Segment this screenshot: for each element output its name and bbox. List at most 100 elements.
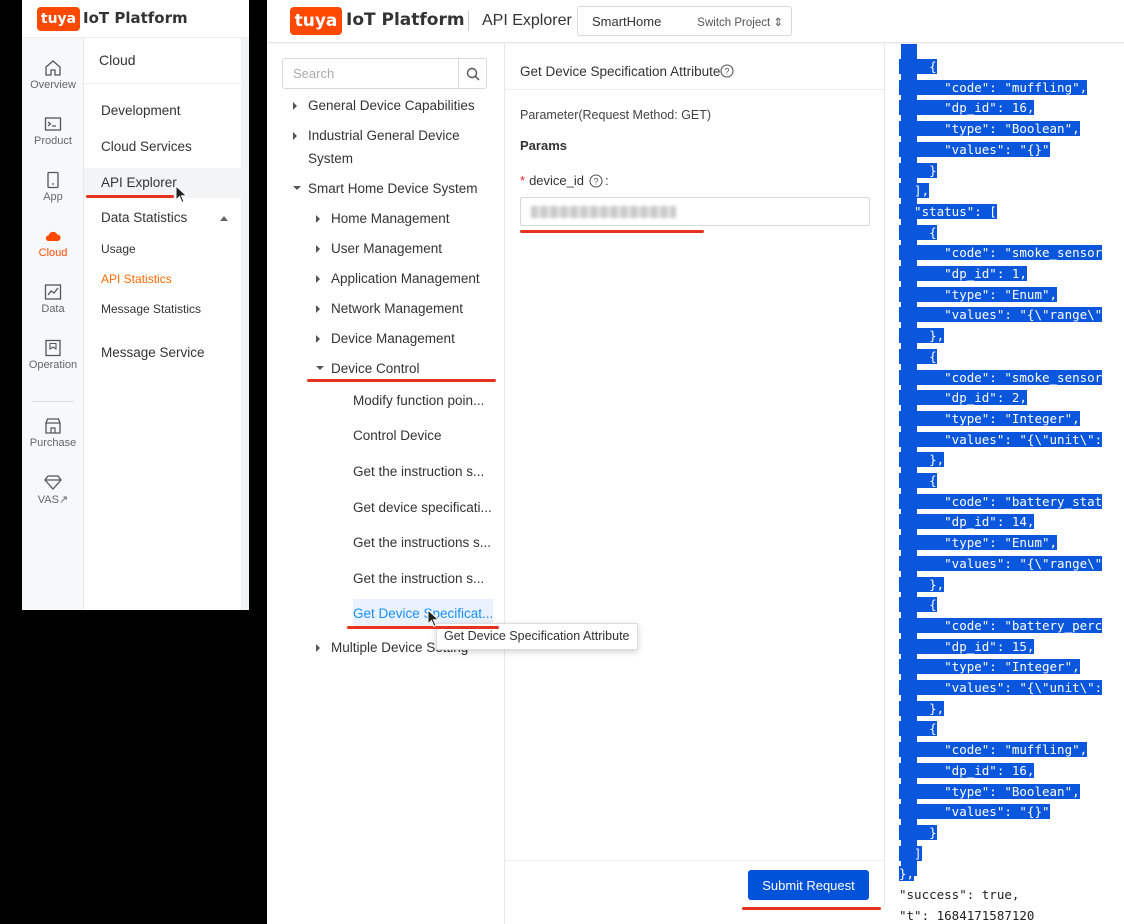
json-line: "status": [: [899, 203, 997, 219]
api-tree-panel: General Device Capabilities Industrial G…: [267, 44, 505, 924]
caret-right-icon: [293, 102, 297, 110]
json-line: "code": "battery_perc: [899, 617, 1103, 633]
api-explorer-window: tuya IoT Platform API Explorer SmartHome…: [267, 0, 1124, 924]
json-line: "values": "{\"range\": [899, 555, 1103, 571]
json-line: "dp_id": 15,: [899, 638, 1035, 654]
json-line: "type": "Boolean",: [899, 121, 1080, 137]
rail-operation-label: Operation: [28, 359, 78, 371]
svg-text:?: ?: [724, 67, 729, 77]
cloud-submenu: Cloud Development Cloud Services API Exp…: [84, 38, 249, 610]
rail-purchase[interactable]: Purchase: [22, 417, 84, 449]
help-icon[interactable]: ?: [589, 174, 603, 188]
submenu-api-statistics[interactable]: API Statistics: [84, 264, 244, 294]
rail-vas[interactable]: VAS↗: [22, 473, 84, 506]
rail-data[interactable]: Data: [22, 283, 84, 315]
json-line: "code": "smoke_sensor: [899, 369, 1103, 385]
tree-node-device-control[interactable]: Device Control: [316, 357, 420, 380]
rail-product-label: Product: [34, 135, 72, 147]
annotation-underline: [742, 907, 881, 910]
tuya-logo[interactable]: tuya: [37, 7, 80, 31]
rail-overview-label: Overview: [30, 79, 76, 91]
caret-right-icon: [316, 245, 320, 253]
tree-node-application-management[interactable]: Application Management: [316, 267, 480, 290]
json-line: {: [899, 224, 937, 240]
tree-node-industrial[interactable]: Industrial General Device System: [293, 124, 460, 170]
rail-product[interactable]: Product: [22, 115, 84, 147]
submenu-message-statistics[interactable]: Message Statistics: [84, 294, 244, 324]
json-line: "type": "Integer",: [899, 659, 1080, 675]
rail-app[interactable]: App: [22, 171, 84, 203]
topbar-divider: [468, 11, 469, 31]
json-line: "type": "Integer",: [899, 410, 1080, 426]
diamond-icon: [44, 475, 62, 490]
caret-right-icon: [316, 275, 320, 283]
submenu-usage[interactable]: Usage: [84, 234, 244, 264]
request-detail-panel: Get Device Specification Attribute ? Par…: [505, 44, 885, 906]
tree-node-general[interactable]: General Device Capabilities: [293, 94, 475, 117]
request-method: Parameter(Request Method: GET): [520, 108, 712, 122]
platform-name: IoT Platform: [83, 9, 188, 27]
submenu-divider: [84, 83, 244, 84]
project-name: SmartHome: [592, 14, 662, 29]
tree-leaf-get-instructions-set[interactable]: Get the instructions s...: [353, 528, 493, 558]
project-switcher[interactable]: SmartHome Switch Project ⇕: [577, 6, 792, 36]
rail-cloud[interactable]: Cloud: [22, 227, 84, 259]
tree-node-device-management[interactable]: Device Management: [316, 327, 455, 350]
tree-node-home-management[interactable]: Home Management: [316, 207, 450, 230]
tree-node-user-management[interactable]: User Management: [316, 237, 442, 260]
annotation-underline: [86, 195, 174, 198]
switch-project-label: Switch Project ⇕: [697, 17, 783, 29]
search-input[interactable]: [282, 58, 459, 89]
caret-right-icon: [316, 215, 320, 223]
tree-leaf-get-instruction-set-2[interactable]: Get the instruction s...: [353, 564, 493, 594]
mouse-cursor-icon: [427, 609, 440, 628]
rail-overview[interactable]: Overview: [22, 59, 84, 91]
platform-name: IoT Platform: [346, 10, 465, 30]
search-icon: [466, 67, 480, 81]
tree-leaf-get-device-specification[interactable]: Get device specificati...: [353, 493, 493, 523]
tree-leaf-modify-function-point[interactable]: Modify function poin...: [353, 386, 493, 416]
rail-app-label: App: [43, 191, 63, 203]
caret-right-icon: [293, 132, 297, 140]
json-line: "type": "Boolean",: [899, 783, 1080, 799]
json-line: ]: [899, 845, 922, 861]
tree-node-network-management[interactable]: Network Management: [316, 297, 463, 320]
rail-data-label: Data: [41, 303, 65, 315]
search-button[interactable]: [458, 58, 487, 89]
svg-text:?: ?: [593, 177, 598, 187]
json-line: "dp_id": 16,: [899, 100, 1035, 116]
submenu-message-service[interactable]: Message Service: [84, 338, 244, 368]
json-line: "type": "Enum",: [899, 286, 1058, 302]
caret-down-icon: [316, 366, 324, 370]
json-line: "values": "{}": [899, 141, 1050, 157]
external-link-icon: ↗: [58, 494, 69, 506]
api-title: Get Device Specification Attribute: [520, 64, 721, 79]
json-line: ],: [899, 183, 930, 199]
device-id-input[interactable]: [520, 197, 870, 226]
help-icon[interactable]: ?: [720, 64, 734, 78]
rail-operation[interactable]: Operation: [22, 339, 84, 371]
json-line: "code": "muffling",: [899, 79, 1088, 95]
submit-request-button[interactable]: Submit Request: [748, 870, 869, 900]
terminal-icon: [44, 117, 62, 131]
tree-leaf-get-instruction-set-1[interactable]: Get the instruction s...: [353, 457, 493, 487]
submenu-api-explorer[interactable]: API Explorer: [84, 168, 244, 198]
mouse-cursor-icon: [175, 185, 188, 204]
annotation-underline: [520, 230, 704, 233]
json-line: "values": "{\"unit\":: [899, 680, 1103, 695]
json-line: },: [899, 700, 945, 716]
tree-leaf-control-device[interactable]: Control Device: [353, 421, 493, 451]
json-line: "type": "Enum",: [899, 535, 1058, 551]
rail-vas-label: VAS: [37, 494, 59, 506]
submenu-development[interactable]: Development: [84, 96, 244, 126]
tuya-logo[interactable]: tuya: [290, 7, 342, 35]
home-icon: [45, 60, 61, 76]
tree-node-smart-home[interactable]: Smart Home Device System: [293, 177, 478, 200]
submenu-edge: [241, 38, 249, 610]
submenu-cloud-services[interactable]: Cloud Services: [84, 132, 244, 162]
sort-arrows-icon: ⇕: [773, 17, 783, 29]
mobile-icon: [47, 171, 59, 189]
json-line: },: [899, 452, 945, 468]
json-line: "dp_id": 1,: [899, 266, 1027, 281]
json-line: {: [899, 348, 937, 364]
